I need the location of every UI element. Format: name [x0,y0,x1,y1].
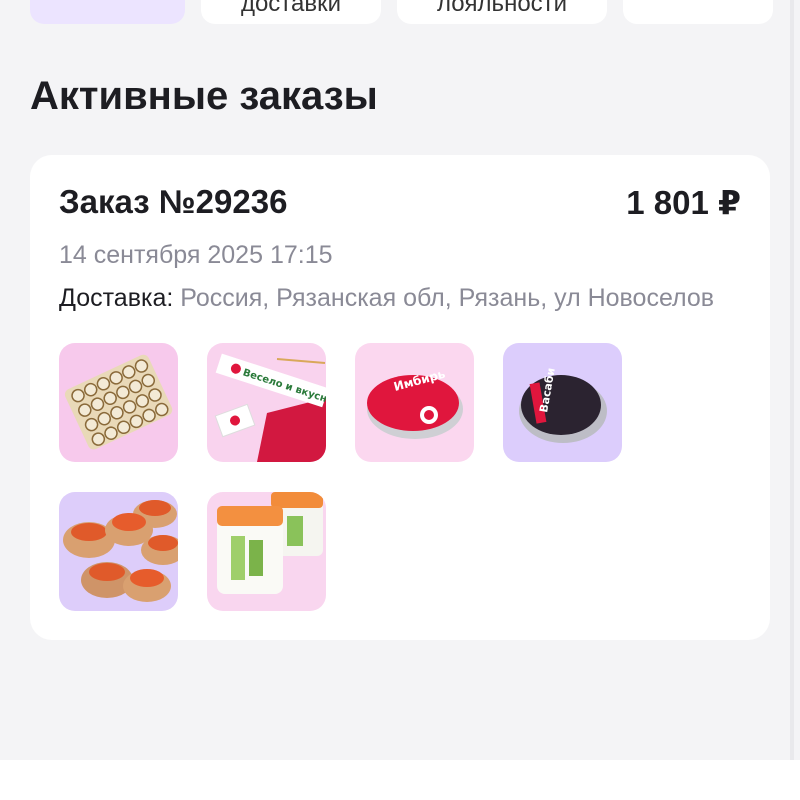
screen: доставки лояльности Активные заказы Зака… [0,0,800,760]
tab-active[interactable] [30,0,185,24]
order-total: 1 801 ₽ [626,184,741,221]
tab-delivery[interactable]: доставки [201,0,381,24]
wasabi-sauce-icon: Васаби [503,343,622,462]
tab-label: лояльности [436,0,568,17]
salmon-rolls-icon [207,492,326,611]
order-number: Заказ №29236 [59,183,288,220]
tab-loyalty[interactable]: лояльности [397,0,607,24]
section-title: Активные заказы [30,74,378,118]
order-date: 14 сентября 2025 17:15 [59,241,333,269]
scrollbar[interactable] [790,0,794,760]
delivery-line: Доставка: Россия, Рязанская обл, Рязань,… [59,284,731,313]
order-items: Весело и вкусно! Имбирь Васаби [59,343,659,611]
bottom-strip [0,760,800,800]
baked-rolls-icon [59,492,178,611]
tab-more[interactable] [623,0,773,24]
ginger-sauce-icon: Имбирь [355,343,474,462]
delivery-label: Доставка: [59,284,174,312]
order-card[interactable]: Заказ №29236 1 801 ₽ 14 сентября 2025 17… [30,155,770,640]
chopsticks-pack-icon: Весело и вкусно! [207,343,326,462]
filter-tabs: доставки лояльности [30,0,773,24]
tab-label: доставки [240,0,342,17]
delivery-address: Россия, Рязанская обл, Рязань, ул Новосе… [180,284,715,312]
sushi-set-icon [59,343,178,462]
